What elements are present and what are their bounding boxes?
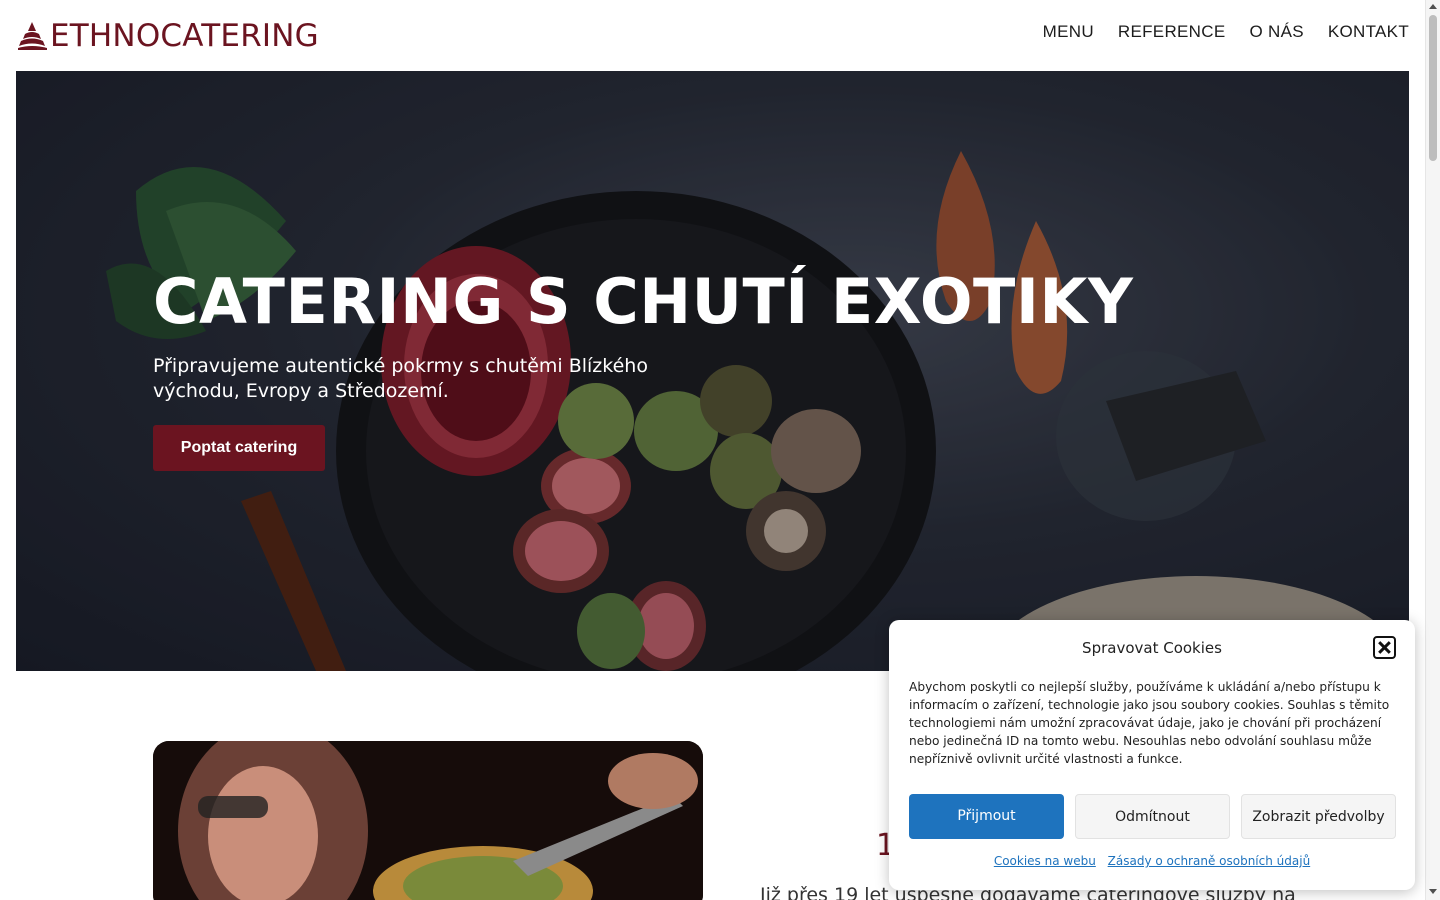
logo[interactable]: ETHNOCATERING xyxy=(16,18,319,54)
deny-cookies-button[interactable]: Odmítnout xyxy=(1075,794,1230,839)
scrollbar-thumb[interactable] xyxy=(1429,15,1437,161)
hero-subtitle: Připravujeme autentické pokrmy s chutěmi… xyxy=(153,355,648,402)
cookies-policy-link[interactable]: Cookies na webu xyxy=(994,854,1096,868)
catering-photo-image xyxy=(153,741,703,900)
cookie-buttons: Přijmout Odmítnout Zobrazit předvolby xyxy=(909,794,1396,839)
privacy-policy-link[interactable]: Zásady o ochraně osobních údajů xyxy=(1108,854,1311,868)
cookie-dialog-text: Abychom poskytli co nejlepší služby, pou… xyxy=(909,680,1390,766)
cookie-consent-dialog: Spravovat Cookies Abychom poskytli co ne… xyxy=(889,620,1415,890)
cookie-links: Cookies na webu Zásady o ochraně osobníc… xyxy=(889,854,1415,868)
nav-item-kontakt[interactable]: KONTAKT xyxy=(1328,22,1409,42)
nav-item-o-nas[interactable]: O NÁS xyxy=(1249,22,1303,42)
accept-cookies-button[interactable]: Přijmout xyxy=(909,794,1064,839)
close-icon[interactable] xyxy=(1373,636,1396,659)
catering-photo xyxy=(153,741,703,900)
scroll-down-icon[interactable] xyxy=(1429,889,1437,894)
logo-text: ETHNOCATERING xyxy=(50,18,319,54)
hero-content: CATERING S CHUTÍ EXOTIKY Připravujeme au… xyxy=(153,267,1133,471)
main-nav: MENU REFERENCE O NÁS KONTAKT xyxy=(1043,22,1409,42)
site-header: ETHNOCATERING MENU REFERENCE O NÁS KONTA… xyxy=(0,0,1425,71)
scroll-up-icon[interactable] xyxy=(1429,4,1437,9)
nav-item-reference[interactable]: REFERENCE xyxy=(1118,22,1226,42)
nav-item-menu[interactable]: MENU xyxy=(1043,22,1094,42)
page-scrollbar[interactable] xyxy=(1425,0,1440,900)
hero-banner: CATERING S CHUTÍ EXOTIKY Připravujeme au… xyxy=(16,71,1409,671)
view-preferences-button[interactable]: Zobrazit předvolby xyxy=(1241,794,1396,839)
hero-title: CATERING S CHUTÍ EXOTIKY xyxy=(153,265,1134,338)
cookie-dialog-title: Spravovat Cookies xyxy=(1082,639,1222,657)
order-catering-button[interactable]: Poptat catering xyxy=(153,425,325,471)
logo-icon xyxy=(18,22,47,50)
